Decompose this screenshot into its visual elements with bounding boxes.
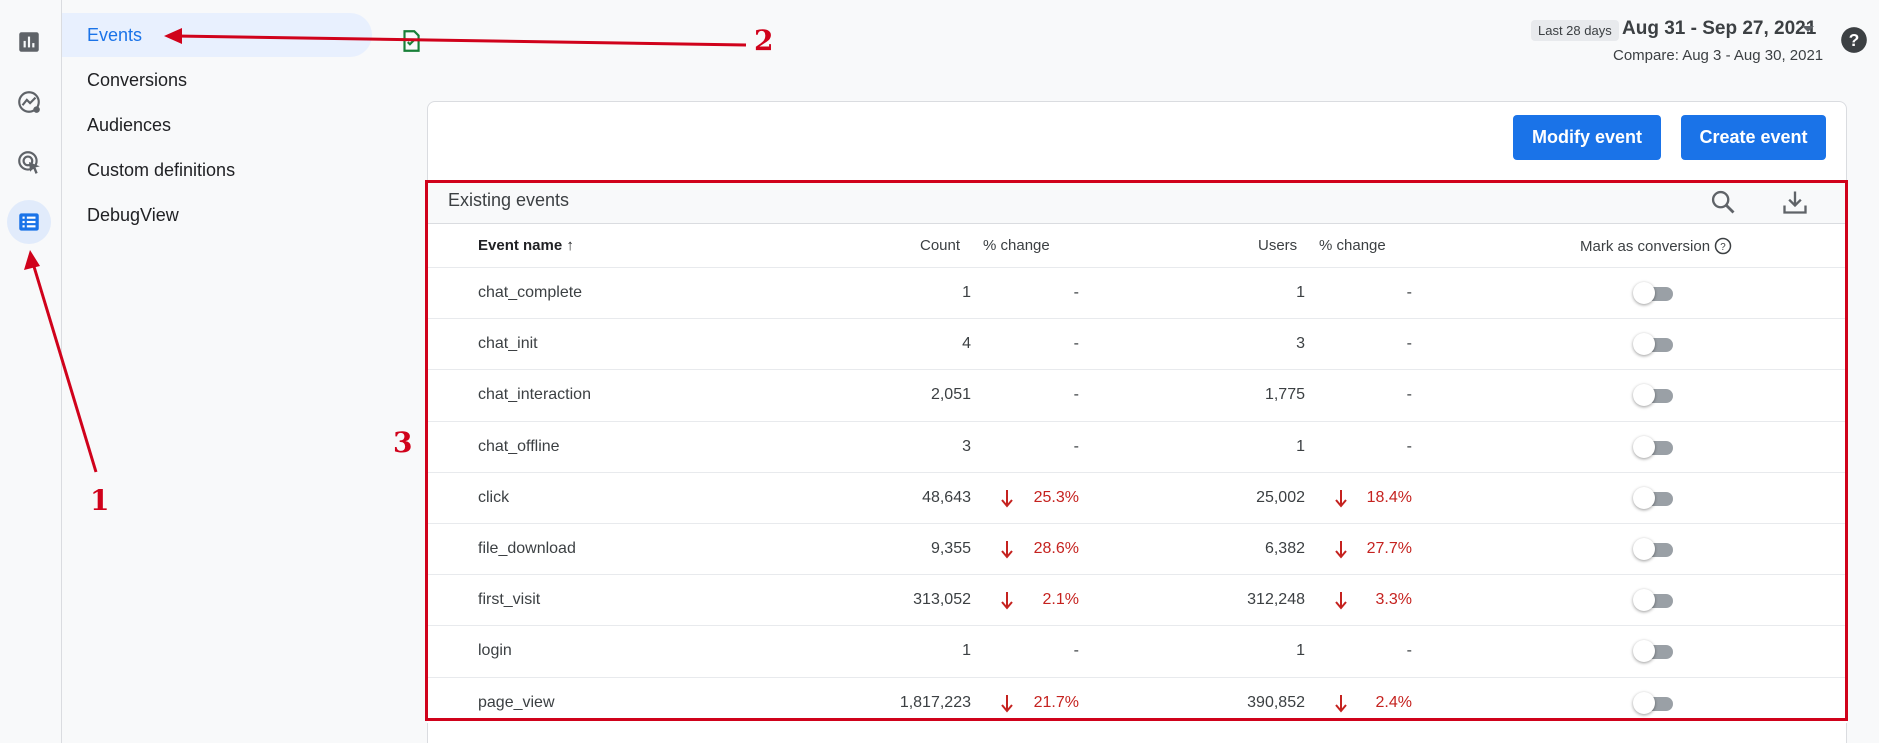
svg-text:?: ? — [1849, 30, 1860, 50]
configure-subnav: Events Conversions Audiences Custom defi… — [62, 0, 372, 743]
explore-nav-button[interactable] — [7, 80, 51, 124]
advertising-nav-button[interactable] — [7, 140, 51, 184]
subnav-item-conversions[interactable]: Conversions — [62, 58, 372, 102]
configure-list-icon — [19, 213, 39, 231]
subnav-item-label: Events — [87, 24, 143, 45]
compare-range-label: Compare: Aug 3 - Aug 30, 2021 — [1613, 47, 1824, 64]
subnav-item-events[interactable]: Events — [62, 13, 372, 57]
advertising-icon — [18, 151, 40, 174]
subnav-item-label: Audiences — [87, 114, 172, 135]
bar-chart-icon — [19, 32, 39, 52]
chevron-down-icon[interactable] — [1802, 26, 1814, 32]
configure-nav-button[interactable] — [7, 200, 51, 244]
subnav-item-label: DebugView — [87, 204, 179, 225]
annotation-number-1: 1 — [90, 484, 110, 517]
subnav-item-audiences[interactable]: Audiences — [62, 103, 372, 147]
modify-event-button[interactable]: Modify event — [1513, 115, 1661, 160]
create-event-button[interactable]: Create event — [1681, 115, 1826, 160]
annotation-number-2: 2 — [754, 24, 774, 57]
reports-nav-button[interactable] — [7, 20, 51, 64]
annotation-box-3 — [425, 180, 1848, 721]
date-range-label[interactable]: Aug 31 - Sep 27, 2021 — [1622, 18, 1816, 40]
subnav-item-debugview[interactable]: DebugView — [62, 193, 372, 237]
explore-icon — [18, 91, 40, 113]
subnav-item-label: Custom definitions — [87, 159, 236, 180]
date-range-chip[interactable]: Last 28 days — [1531, 20, 1619, 41]
left-rail — [0, 0, 62, 743]
subnav-item-custom-definitions[interactable]: Custom definitions — [62, 148, 372, 192]
help-icon[interactable]: ? — [1840, 26, 1868, 54]
saved-report-icon[interactable] — [398, 28, 424, 54]
annotation-number-3: 3 — [393, 426, 413, 459]
subnav-item-label: Conversions — [87, 69, 188, 90]
